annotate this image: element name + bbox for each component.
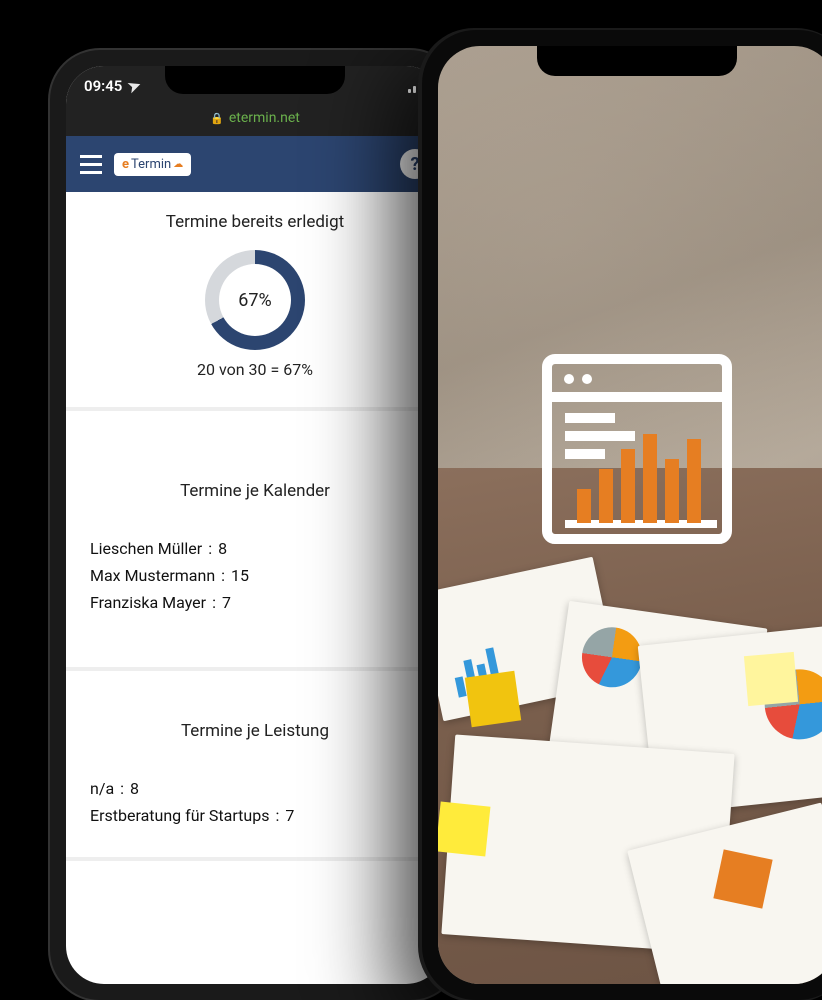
completed-summary: 20 von 30 = 67% (90, 360, 420, 379)
lock-icon: 🔒 (210, 112, 224, 125)
cloud-icon: ☁ (173, 159, 183, 170)
url-domain: etermin.net (229, 110, 300, 126)
completed-title: Termine bereits erledigt (90, 212, 420, 232)
list-item: Erstberatung für Startups: 7 (90, 802, 420, 829)
calendar-count: 15 (231, 562, 249, 589)
logo-word: Termin (131, 157, 171, 172)
completed-panel: Termine bereits erledigt 67% 20 von 30 =… (66, 192, 444, 411)
dashboard-content: Termine bereits erledigt 67% 20 von 30 =… (66, 192, 444, 861)
calendar-count: 8 (218, 535, 227, 562)
location-icon: ➤ (126, 75, 144, 96)
calendar-name: Franziska Mayer (90, 589, 206, 616)
list-item: Lieschen Müller: 8 (90, 535, 420, 562)
sticky-note (465, 671, 521, 727)
service-count: 7 (285, 802, 294, 829)
phone-mockup-left: 09:45 ➤ 🔒 etermin.net e Termin ☁ ? (50, 50, 460, 1000)
sticky-note (438, 802, 490, 857)
logo-letter-e: e (122, 157, 129, 172)
service-name: n/a (90, 775, 114, 802)
completed-percent: 67% (238, 290, 271, 311)
calendar-name: Lieschen Müller (90, 535, 202, 562)
phone-notch (537, 46, 737, 76)
sticky-note (744, 652, 798, 706)
per-calendar-title: Termine je Kalender (90, 481, 420, 501)
report-icon (527, 339, 747, 559)
list-item: Franziska Mayer: 7 (90, 589, 420, 616)
promo-screen (438, 46, 822, 984)
menu-icon[interactable] (80, 155, 102, 174)
phone-screen: 09:45 ➤ 🔒 etermin.net e Termin ☁ ? (66, 66, 444, 984)
service-count: 8 (130, 775, 139, 802)
app-logo[interactable]: e Termin ☁ (114, 153, 191, 176)
service-name: Erstberatung für Startups (90, 802, 269, 829)
phone-mockup-right (422, 30, 822, 1000)
phone-notch (165, 66, 345, 94)
browser-url-bar[interactable]: 🔒 etermin.net (66, 106, 444, 136)
calendar-name: Max Mustermann (90, 562, 215, 589)
list-item: n/a: 8 (90, 775, 420, 802)
per-calendar-panel: Termine je Kalender Lieschen Müller: 8 M… (66, 411, 444, 671)
sticky-note (713, 849, 772, 908)
per-service-panel: Termine je Leistung n/a: 8 Erstberatung … (66, 671, 444, 861)
list-item: Max Mustermann: 15 (90, 562, 420, 589)
calendar-count: 7 (222, 589, 231, 616)
status-time: 09:45 (84, 77, 122, 95)
completed-donut-chart: 67% (205, 250, 305, 350)
help-icon: ? (411, 154, 420, 175)
app-header: e Termin ☁ ? (66, 136, 444, 192)
per-service-title: Termine je Leistung (90, 721, 420, 741)
